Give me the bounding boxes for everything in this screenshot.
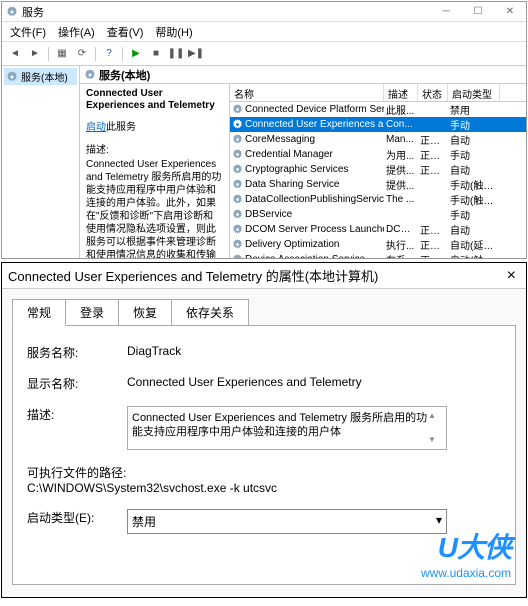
pause-button[interactable]: ❚❚ xyxy=(167,45,185,63)
dialog-titlebar: Connected User Experiences and Telemetry… xyxy=(2,263,526,289)
selected-service-title: Connected User Experiences and Telemetry xyxy=(86,88,223,112)
path-value: C:\WINDOWS\System32\svchost.exe -k utcsv… xyxy=(27,481,501,495)
detail-pane: Connected User Experiences and Telemetry… xyxy=(80,84,230,258)
service-icon xyxy=(232,224,243,235)
tabstrip: 常规 登录 恢复 依存关系 xyxy=(12,299,516,326)
list-header: 名称 描述 状态 启动类型 xyxy=(230,84,526,102)
tree-pane: 服务(本地) xyxy=(2,66,80,258)
description-label: 描述: xyxy=(86,141,223,156)
menu-view[interactable]: 查看(V) xyxy=(103,24,148,40)
startup-type-select[interactable]: 禁用 ▾ xyxy=(127,509,447,534)
service-row[interactable]: Connected User Experiences and Telem...C… xyxy=(230,117,526,132)
forward-button[interactable]: ► xyxy=(26,45,44,63)
service-name-label: 服务名称: xyxy=(27,344,127,361)
startup-type-label: 启动类型(E): xyxy=(27,509,127,526)
service-row[interactable]: DBService手动 xyxy=(230,207,526,222)
description-box: Connected User Experiences and Telemetry… xyxy=(127,406,447,450)
watermark-url: www.udaxia.com xyxy=(421,566,511,580)
services-icon xyxy=(6,71,18,83)
tab-general[interactable]: 常规 xyxy=(12,299,66,326)
service-row[interactable]: DataCollectionPublishingServiceThe ...手动… xyxy=(230,192,526,207)
scrollbar[interactable]: ▲▼ xyxy=(428,411,442,445)
tree-label: 服务(本地) xyxy=(21,69,68,84)
service-name-value: DiagTrack xyxy=(127,344,501,358)
service-row[interactable]: Device Association Service在系...正在...自动(触… xyxy=(230,252,526,258)
services-window: 服务 ─ ☐ ✕ 文件(F) 操作(A) 查看(V) 帮助(H) ◄ ► ▦ ⟳… xyxy=(1,1,527,259)
display-name-label: 显示名称: xyxy=(27,375,127,392)
services-icon xyxy=(84,69,96,81)
services-icon xyxy=(6,6,18,18)
service-row[interactable]: Connected Device Platform Service此服...禁用 xyxy=(230,102,526,117)
minimize-button[interactable]: ─ xyxy=(430,2,462,22)
service-icon xyxy=(232,134,243,145)
close-button[interactable]: ✕ xyxy=(494,2,526,22)
col-startup[interactable]: 启动类型 xyxy=(448,84,500,101)
properties-dialog: Connected User Experiences and Telemetry… xyxy=(1,262,527,598)
service-icon xyxy=(232,164,243,175)
service-row[interactable]: Data Sharing Service提供...手动(触发... xyxy=(230,177,526,192)
menubar: 文件(F) 操作(A) 查看(V) 帮助(H) xyxy=(2,22,526,42)
titlebar: 服务 ─ ☐ ✕ xyxy=(2,2,526,22)
tree-item-services-local[interactable]: 服务(本地) xyxy=(4,68,77,85)
start-service-link[interactable]: 启动 xyxy=(86,122,106,133)
service-icon xyxy=(232,239,243,250)
description-text: Connected User Experiences and Telemetry… xyxy=(86,158,223,258)
col-name[interactable]: 名称 xyxy=(230,84,384,101)
service-row[interactable]: Delivery Optimization执行...正在...自动(延迟... xyxy=(230,237,526,252)
description-label: 描述: xyxy=(27,406,127,423)
service-row[interactable]: Cryptographic Services提供...正在...自动 xyxy=(230,162,526,177)
maximize-button[interactable]: ☐ xyxy=(462,2,494,22)
service-icon xyxy=(232,179,243,190)
refresh-button[interactable]: ⟳ xyxy=(73,45,91,63)
close-button[interactable]: × xyxy=(503,267,520,285)
service-row[interactable]: DCOM Server Process LauncherDCO...正在...自… xyxy=(230,222,526,237)
col-desc[interactable]: 描述 xyxy=(384,84,418,101)
window-title: 服务 xyxy=(22,4,44,20)
tab-dependencies[interactable]: 依存关系 xyxy=(171,299,249,326)
path-label: 可执行文件的路径: xyxy=(27,464,501,481)
service-list: 名称 描述 状态 启动类型 Connected Device Platform … xyxy=(230,84,526,258)
dialog-title: Connected User Experiences and Telemetry… xyxy=(8,266,378,285)
toolbar: ◄ ► ▦ ⟳ ? ▶ ■ ❚❚ ▶❚ xyxy=(2,42,526,66)
watermark-logo: U大侠 xyxy=(421,526,511,566)
menu-help[interactable]: 帮助(H) xyxy=(151,24,196,40)
description-text: Connected User Experiences and Telemetry… xyxy=(132,411,428,445)
start-button[interactable]: ▶ xyxy=(127,45,145,63)
help-button[interactable]: ? xyxy=(100,45,118,63)
service-icon xyxy=(232,194,243,205)
service-icon xyxy=(232,254,243,258)
service-row[interactable]: CoreMessagingMan...正在...自动 xyxy=(230,132,526,147)
restart-button[interactable]: ▶❚ xyxy=(187,45,205,63)
tab-panel-general: 服务名称: DiagTrack 显示名称: Connected User Exp… xyxy=(12,325,516,585)
menu-file[interactable]: 文件(F) xyxy=(6,24,50,40)
tab-recovery[interactable]: 恢复 xyxy=(118,299,172,326)
main-header: 服务(本地) xyxy=(80,66,526,84)
service-icon xyxy=(232,104,243,115)
service-icon xyxy=(232,119,243,130)
service-row[interactable]: Credential Manager为用...正在...手动 xyxy=(230,147,526,162)
stop-button[interactable]: ■ xyxy=(147,45,165,63)
col-status[interactable]: 状态 xyxy=(418,84,448,101)
back-button[interactable]: ◄ xyxy=(6,45,24,63)
display-name-value: Connected User Experiences and Telemetry xyxy=(127,375,501,389)
service-icon xyxy=(232,209,243,220)
export-button[interactable]: ▦ xyxy=(53,45,71,63)
tab-logon[interactable]: 登录 xyxy=(65,299,119,326)
watermark: U大侠 www.udaxia.com xyxy=(421,526,511,580)
menu-action[interactable]: 操作(A) xyxy=(54,24,99,40)
service-icon xyxy=(232,149,243,160)
